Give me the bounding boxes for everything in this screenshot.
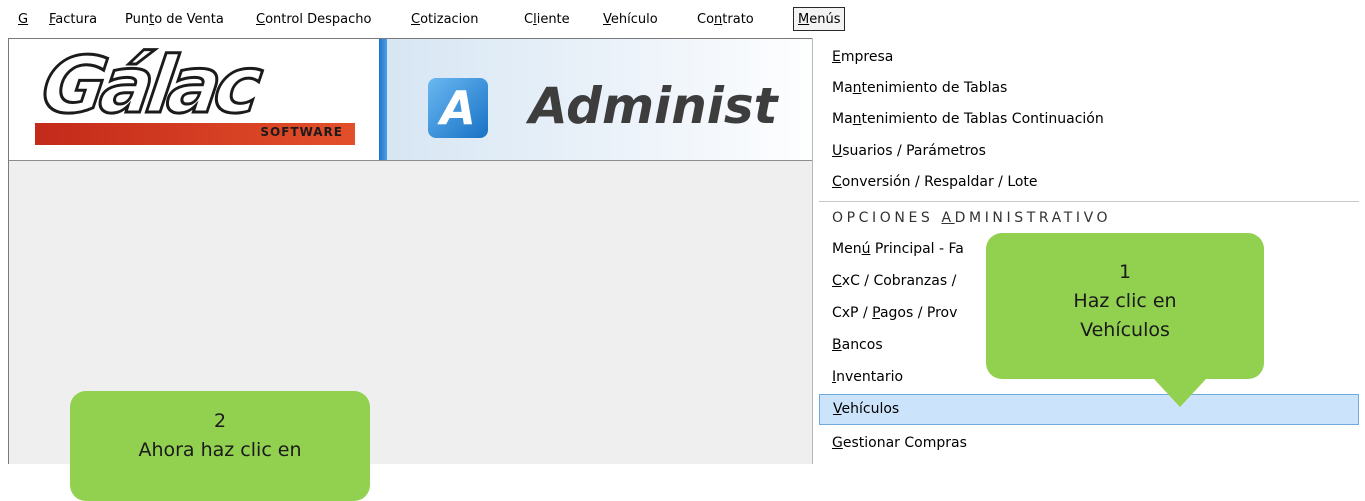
callout-1-line-2: Vehículos (1080, 319, 1170, 341)
menu-item-conversion[interactable]: Conversión / Respaldar / Lote (819, 167, 1359, 198)
brand-divider (379, 39, 387, 160)
menu-vehiculo[interactable]: Vehículo (603, 9, 658, 31)
menu-control-despacho[interactable]: Control Despacho (256, 9, 371, 31)
menu-menus[interactable]: Menús (793, 7, 846, 31)
menu-punto-de-venta[interactable]: Punto de Venta (125, 9, 224, 31)
menu-item-gestionar-compras[interactable]: Gestionar Compras (819, 428, 1359, 459)
callout-2-number: 2 (213, 410, 227, 432)
callout-2-line-1: Ahora haz clic en (138, 439, 302, 461)
callout-1-line-1: Haz clic en (1073, 290, 1177, 312)
menu-section-header: OPCIONES ADMINISTRATIVO (832, 210, 1112, 226)
menu-item-mantenimiento-tablas[interactable]: Mantenimiento de Tablas (819, 73, 1359, 104)
galac-logo-text: Gálac (35, 40, 263, 133)
callout-1-pointer (1154, 379, 1206, 407)
menu-item-vehiculos[interactable]: Vehículos (819, 394, 1359, 425)
menu-separator (819, 201, 1359, 202)
app-title: Administ (529, 77, 778, 135)
menu-cotizacion[interactable]: Cotizacion (411, 9, 478, 31)
menu-item-empresa[interactable]: Empresa (819, 42, 1359, 73)
a-logo-icon: A (428, 78, 488, 138)
menu-bar: G Factura Punto de Venta Control Despach… (0, 0, 1365, 38)
menu-cliente[interactable]: Cliente (524, 9, 570, 31)
menu-item-mantenimiento-tablas-continuacion[interactable]: Mantenimiento de Tablas Continuación (819, 104, 1359, 135)
callout-step-2: 2 Ahora haz clic en (70, 391, 370, 501)
galac-logo: Gálac SOFTWARE (35, 40, 365, 145)
galac-logo-sub: SOFTWARE (260, 125, 343, 139)
menu-contrato[interactable]: Contrato (697, 9, 754, 31)
menu-g[interactable]: G (18, 9, 28, 31)
menu-factura[interactable]: Factura (49, 9, 97, 31)
menu-item-usuarios-parametros[interactable]: Usuarios / Parámetros (819, 136, 1359, 167)
callout-1-number: 1 (1118, 261, 1132, 283)
callout-step-1: 1 Haz clic en Vehículos (986, 233, 1264, 407)
